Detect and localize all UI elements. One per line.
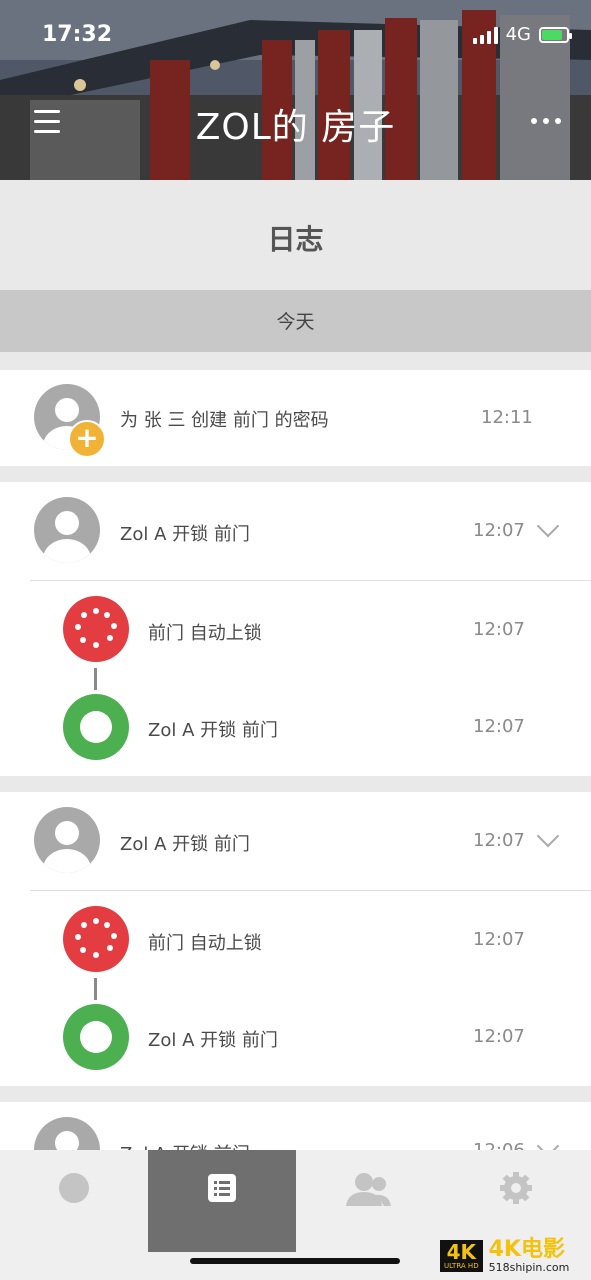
log-entry-group: Zol A 开锁 前门 12:07 前门 自动上锁 12:07 Zol A 开锁…	[0, 482, 591, 776]
tab-home[interactable]	[0, 1150, 148, 1252]
detail-time: 12:07	[473, 619, 525, 640]
divider	[30, 580, 591, 581]
avatar	[34, 807, 100, 873]
section-header-today: 今天	[0, 290, 591, 352]
users-icon	[346, 1173, 391, 1206]
detail-text: Zol A 开锁 前门	[148, 720, 278, 741]
more-options-icon[interactable]	[531, 118, 561, 124]
detail-time: 12:07	[473, 929, 525, 950]
avatar	[34, 497, 100, 563]
detail-text: Zol A 开锁 前门	[148, 1030, 278, 1051]
page-title-bar: 日志	[0, 180, 591, 290]
lock-icon	[63, 906, 129, 972]
detail-text: 前门 自动上锁	[148, 933, 262, 954]
unlock-icon	[63, 694, 129, 760]
status-time: 17:32	[42, 22, 113, 47]
watermark-logo: 4K ULTRA HD 4K电影 518shipin.com	[440, 1236, 569, 1276]
header-photo: 17:32 4G ZOL的 房子	[0, 0, 591, 180]
battery-icon	[539, 26, 572, 43]
log-entry[interactable]: + 为 张 三 创建 前门 的密码 12:11	[0, 370, 591, 466]
network-label: 4G	[505, 24, 531, 45]
log-entry-time: 12:07	[473, 830, 525, 851]
detail-time: 12:07	[473, 716, 525, 737]
status-bar: 17:32 4G	[0, 0, 591, 70]
chevron-down-icon[interactable]	[536, 824, 560, 848]
status-indicators: 4G	[472, 24, 572, 45]
divider	[30, 890, 591, 891]
circle-icon	[59, 1173, 89, 1203]
log-entry-time: 12:07	[473, 520, 525, 541]
timeline-connector	[94, 978, 97, 1000]
unlock-icon	[63, 1004, 129, 1070]
log-entry[interactable]: Zol A 开锁 前门 12:07	[0, 482, 591, 578]
watermark-badge: 4K ULTRA HD	[440, 1240, 483, 1272]
log-entry-time: 12:11	[481, 407, 533, 428]
signal-icon	[472, 26, 498, 44]
watermark-site: 518shipin.com	[488, 1260, 570, 1274]
page-title: 日志	[267, 223, 324, 256]
log-entry-text: 为 张 三 创建 前门 的密码	[120, 410, 329, 431]
plus-icon: +	[68, 420, 106, 458]
log-entry-text: Zol A 开锁 前门	[120, 834, 250, 855]
list-icon	[208, 1174, 236, 1202]
timeline-connector	[94, 668, 97, 690]
watermark-brand: 4K电影	[488, 1236, 565, 1262]
detail-time: 12:07	[473, 1026, 525, 1047]
chevron-down-icon[interactable]	[536, 514, 560, 538]
house-title: ZOL的 房子	[195, 107, 396, 148]
tab-log[interactable]	[148, 1150, 296, 1252]
detail-text: 前门 自动上锁	[148, 623, 262, 644]
lock-icon	[63, 596, 129, 662]
home-indicator	[190, 1258, 400, 1264]
log-entry[interactable]: Zol A 开锁 前门 12:07	[0, 792, 591, 888]
log-entry-text: Zol A 开锁 前门	[120, 524, 250, 545]
log-entry-group: Zol A 开锁 前门 12:07 前门 自动上锁 12:07 Zol A 开锁…	[0, 792, 591, 1086]
tab-users[interactable]	[296, 1150, 444, 1252]
gear-icon	[500, 1172, 532, 1204]
